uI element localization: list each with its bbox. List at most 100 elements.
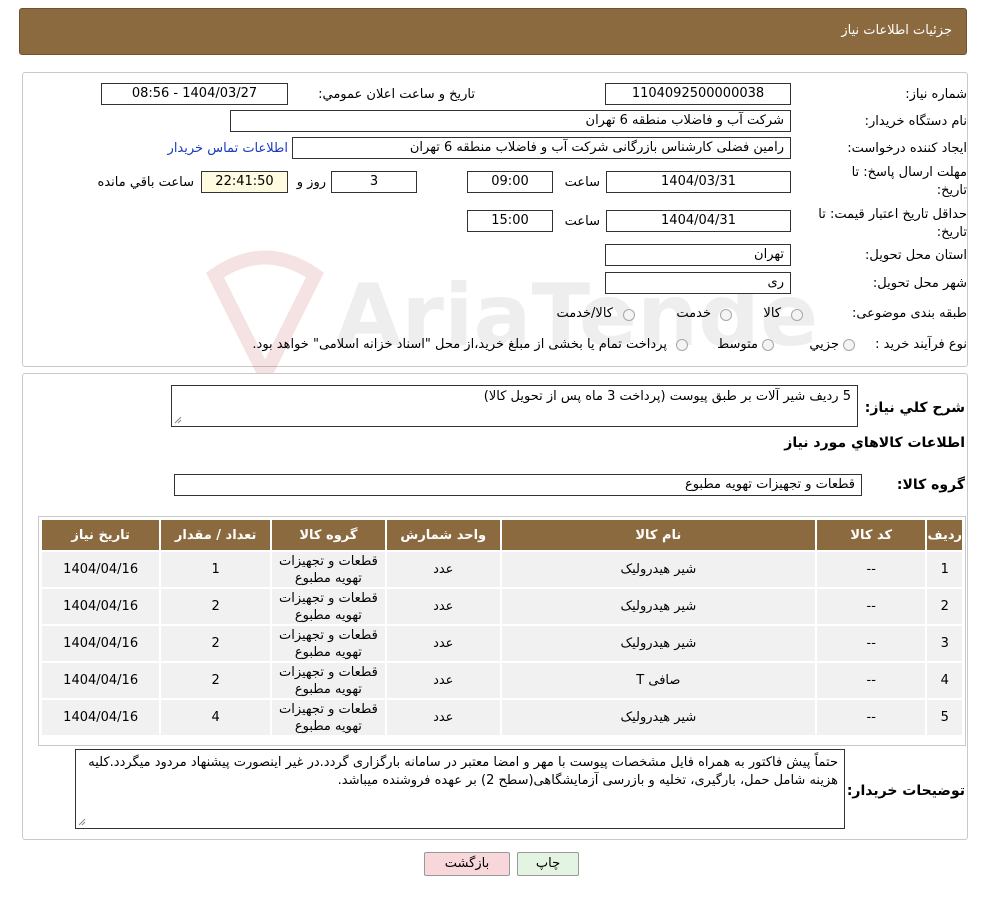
cell-goods-group: قطعات و تجهیزات تهویه مطبوع: [270, 587, 387, 626]
process-note: پرداخت تمام یا بخشی از مبلغ خرید،از محل …: [252, 337, 667, 352]
days-field[interactable]: 3: [331, 171, 417, 193]
validity-date-field[interactable]: 1404/04/31: [606, 210, 791, 232]
print-button[interactable]: چاپ: [517, 852, 579, 876]
col-header-row: ردیف: [925, 518, 964, 552]
announce-datetime-field[interactable]: 1404/03/27 - 08:56: [101, 83, 288, 105]
cell-unit: عدد: [384, 550, 502, 589]
category-option-service: خدمت: [676, 306, 711, 321]
cell-need-date: 1404/04/16: [39, 624, 162, 663]
cell-row-number: 3: [925, 624, 964, 663]
announce-label: تاریخ و ساعت اعلان عمومي:: [318, 87, 475, 102]
process-checkbox-treasury[interactable]: [676, 339, 688, 351]
buyer-org-label: نام دستگاه خريدار:: [864, 114, 967, 129]
summary-field[interactable]: 5 ردیف شیر آلات بر طبق پیوست (پرداخت 3 م…: [171, 385, 858, 427]
city-field[interactable]: ری: [605, 272, 791, 294]
category-option-goods: کالا: [763, 306, 781, 321]
col-header-qty: تعداد / مقدار: [159, 518, 273, 552]
days-label: روز و: [296, 175, 326, 190]
cell-need-date: 1404/04/16: [39, 698, 162, 737]
price-validity-label-2: تاریخ:: [936, 225, 967, 240]
back-button[interactable]: بازگشت: [424, 852, 510, 876]
process-radio-minor[interactable]: [843, 339, 855, 351]
cell-row-number: 2: [925, 587, 964, 626]
cell-goods-group: قطعات و تجهیزات تهویه مطبوع: [270, 698, 387, 737]
city-label: شهر محل تحویل:: [872, 276, 967, 291]
table-row: 4 -- صافی T عدد قطعات و تجهیزات تهویه مطبوع 2…: [39, 661, 964, 700]
cell-need-date: 1404/04/16: [39, 587, 162, 626]
col-header-date: تاریخ نیاز: [39, 518, 162, 552]
process-radio-medium[interactable]: [762, 339, 774, 351]
reply-time-field[interactable]: 09:00: [467, 171, 553, 193]
buyer-notes-text: حتماً پیش فاکتور به همراه فایل مشخصات پی…: [88, 755, 838, 788]
cell-goods-group: قطعات و تجهیزات تهویه مطبوع: [270, 624, 387, 663]
cell-quantity: 2: [159, 587, 273, 626]
cell-goods-code: --: [815, 698, 928, 737]
cell-unit: عدد: [384, 624, 502, 663]
cell-goods-name: شیر هیدرولیک: [499, 624, 818, 663]
category-label: طبقه بندی موضوعی:: [851, 306, 967, 321]
reply-date-field[interactable]: 1404/03/31: [606, 171, 791, 193]
cell-goods-name: صافی T: [499, 661, 818, 700]
cell-goods-code: --: [815, 587, 928, 626]
buyer-org-field[interactable]: شرکت آب و فاضلاب منطقه 6 تهران: [230, 110, 791, 132]
page-header: جزئیات اطلاعات نیاز: [19, 8, 967, 55]
cell-row-number: 4: [925, 661, 964, 700]
category-radio-service[interactable]: [720, 309, 732, 321]
table-row: 3 -- شیر هیدرولیک عدد قطعات و تجهیزات تهویه …: [39, 624, 964, 663]
col-header-unit: واحد شمارش: [384, 518, 502, 552]
remaining-time-field[interactable]: 22:41:50: [201, 171, 288, 193]
reply-time-label: ساعت: [564, 175, 600, 190]
table-row: 5 -- شیر هیدرولیک عدد قطعات و تجهیزات تهویه …: [39, 698, 964, 737]
table-row: 2 -- شیر هیدرولیک عدد قطعات و تجهیزات تهویه …: [39, 587, 964, 626]
cell-unit: عدد: [384, 661, 502, 700]
cell-goods-name: شیر هیدرولیک: [499, 550, 818, 589]
province-field[interactable]: تهران: [605, 244, 791, 266]
cell-need-date: 1404/04/16: [39, 661, 162, 700]
validity-time-field[interactable]: 15:00: [467, 210, 553, 232]
requester-field[interactable]: رامین فضلی کارشناس بازرگانی شرکت آب و فا…: [292, 137, 791, 159]
reply-deadline-label-2: تاریخ:: [936, 183, 967, 198]
cell-row-number: 1: [925, 550, 964, 589]
col-header-name: نام کالا: [499, 518, 818, 552]
cell-goods-name: شیر هیدرولیک: [499, 698, 818, 737]
reply-deadline-label: مهلت ارسال پاسخ: تا: [851, 165, 967, 180]
cell-quantity: 2: [159, 624, 273, 663]
validity-time-label: ساعت: [564, 214, 600, 229]
cell-need-date: 1404/04/16: [39, 550, 162, 589]
cell-quantity: 2: [159, 661, 273, 700]
goods-group-field[interactable]: قطعات و تجهیزات تهویه مطبوع: [174, 474, 862, 496]
process-option-medium: متوسط: [717, 337, 758, 352]
buyer-contact-link[interactable]: اطلاعات تماس خريدار: [168, 141, 288, 156]
summary-label: شرح کلي نیاز:: [864, 400, 965, 416]
buyer-notes-label: توضیحات خریدار:: [846, 783, 965, 799]
remaining-time-label: ساعت باقي مانده: [97, 175, 194, 190]
cell-unit: عدد: [384, 587, 502, 626]
buyer-notes-field[interactable]: حتماً پیش فاکتور به همراه فایل مشخصات پی…: [75, 749, 845, 829]
col-header-group: گروه کالا: [270, 518, 387, 552]
category-radio-goods-service[interactable]: [623, 309, 635, 321]
cell-goods-code: --: [815, 550, 928, 589]
resize-grip-icon[interactable]: [78, 818, 86, 826]
category-option-goods-service: کالا/خدمت: [556, 306, 613, 321]
goods-table-header: ردیف کد کالا نام کالا واحد شمارش گروه کا…: [39, 518, 964, 552]
process-option-minor: جزیي: [809, 337, 839, 352]
resize-grip-icon[interactable]: [174, 416, 182, 424]
price-validity-label: حداقل تاریخ اعتبار قیمت: تا: [818, 207, 967, 222]
cell-row-number: 5: [925, 698, 964, 737]
cell-unit: عدد: [384, 698, 502, 737]
goods-section-title: اطلاعات کالاهاي مورد نیاز: [784, 435, 965, 451]
goods-group-label: گروه کالا:: [896, 477, 965, 493]
requester-label: ایجاد کننده درخواست:: [847, 141, 967, 156]
province-label: استان محل تحویل:: [865, 248, 967, 263]
cell-goods-name: شیر هیدرولیک: [499, 587, 818, 626]
need-number-label: شماره نیاز:: [905, 87, 967, 102]
table-row: 1 -- شیر هیدرولیک عدد قطعات و تجهیزات تهویه …: [39, 550, 964, 589]
col-header-code: کد کالا: [815, 518, 928, 552]
need-number-field[interactable]: 1104092500000038: [605, 83, 791, 105]
cell-quantity: 1: [159, 550, 273, 589]
category-radio-goods[interactable]: [791, 309, 803, 321]
summary-text: 5 ردیف شیر آلات بر طبق پیوست (پرداخت 3 م…: [483, 389, 851, 404]
cell-goods-group: قطعات و تجهیزات تهویه مطبوع: [270, 661, 387, 700]
goods-table: ردیف کد کالا نام کالا واحد شمارش گروه کا…: [39, 518, 964, 737]
process-label: نوع فرآیند خرید :: [875, 337, 967, 352]
